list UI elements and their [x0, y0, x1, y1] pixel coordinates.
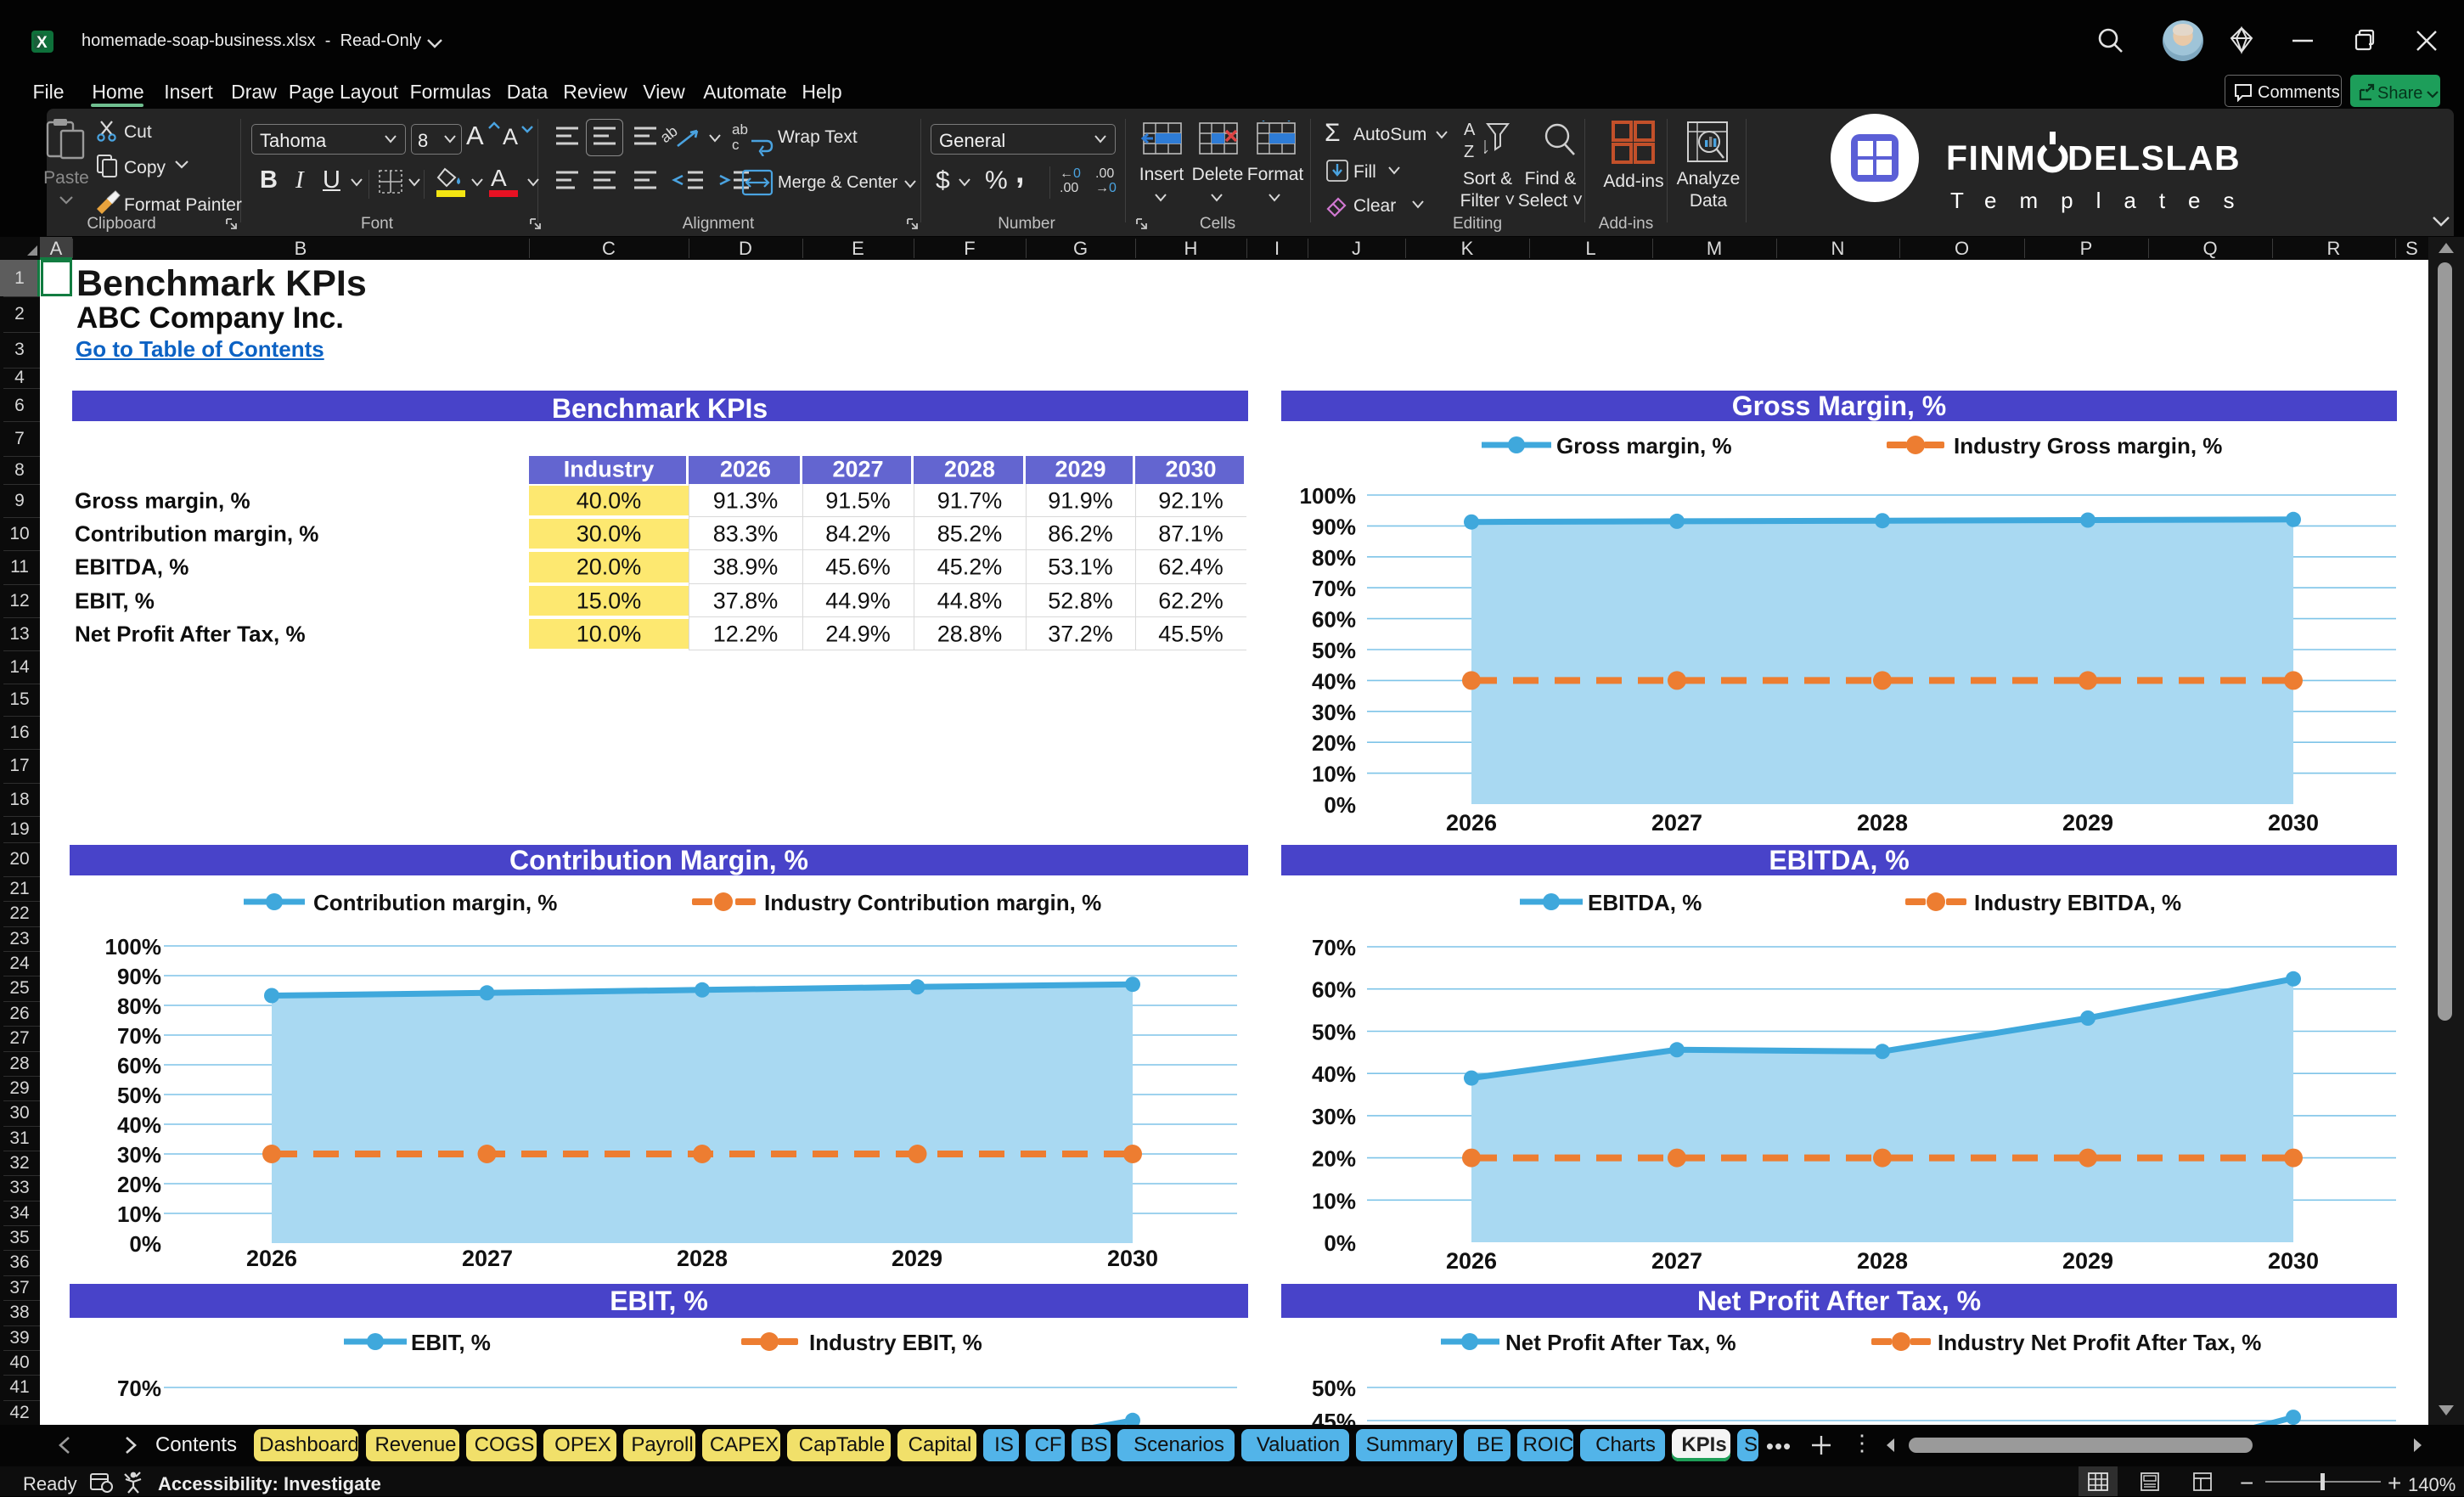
- svg-text:2027: 2027: [462, 1246, 513, 1271]
- svg-text:100%: 100%: [1300, 483, 1357, 509]
- svg-text:2030: 2030: [2268, 810, 2319, 836]
- svg-text:2030: 2030: [2268, 1248, 2319, 1274]
- svg-text:EBIT, %: EBIT, %: [411, 1330, 491, 1355]
- svg-text:45%: 45%: [1312, 1409, 1356, 1425]
- svg-text:60%: 60%: [1312, 977, 1356, 1003]
- svg-text:Contribution Margin, %: Contribution Margin, %: [509, 845, 808, 875]
- svg-text:Contribution margin, %: Contribution margin, %: [313, 890, 557, 915]
- svg-text:2027: 2027: [1651, 1248, 1702, 1274]
- svg-text:20%: 20%: [1312, 730, 1356, 756]
- svg-text:2029: 2029: [892, 1246, 942, 1271]
- svg-text:Industry Gross margin, %: Industry Gross margin, %: [1954, 433, 2222, 459]
- svg-text:90%: 90%: [1312, 514, 1356, 539]
- svg-text:10%: 10%: [1312, 1188, 1356, 1213]
- svg-text:30%: 30%: [1312, 700, 1356, 725]
- svg-text:0%: 0%: [1324, 1230, 1356, 1256]
- svg-text:2027: 2027: [1651, 810, 1702, 836]
- svg-text:20%: 20%: [1312, 1146, 1356, 1172]
- svg-text:2030: 2030: [1107, 1246, 1158, 1271]
- svg-text:70%: 70%: [117, 1023, 161, 1049]
- svg-text:50%: 50%: [1312, 1020, 1356, 1045]
- svg-text:EBITDA, %: EBITDA, %: [1588, 890, 1702, 915]
- svg-text:Industry EBITDA, %: Industry EBITDA, %: [1974, 890, 2181, 915]
- svg-text:50%: 50%: [1312, 638, 1356, 663]
- svg-text:90%: 90%: [117, 964, 161, 989]
- svg-text:Gross Margin, %: Gross Margin, %: [1732, 391, 1947, 421]
- svg-text:50%: 50%: [117, 1083, 161, 1108]
- svg-text:80%: 80%: [117, 993, 161, 1019]
- svg-text:0%: 0%: [1324, 792, 1356, 818]
- svg-text:10%: 10%: [1312, 762, 1356, 787]
- svg-text:2028: 2028: [1857, 1248, 1908, 1274]
- svg-text:0%: 0%: [129, 1231, 161, 1257]
- svg-text:70%: 70%: [1312, 576, 1356, 601]
- svg-text:DELSLAB: DELSLAB: [2067, 138, 2241, 177]
- svg-text:EBIT, %: EBIT, %: [610, 1286, 708, 1316]
- svg-text:40%: 40%: [1312, 1061, 1356, 1087]
- svg-text:40%: 40%: [117, 1112, 161, 1138]
- svg-text:2026: 2026: [246, 1246, 297, 1271]
- svg-text:30%: 30%: [1312, 1104, 1356, 1129]
- svg-text:Net Profit After Tax, %: Net Profit After Tax, %: [1697, 1286, 1981, 1316]
- svg-text:FINM: FINM: [1946, 138, 2036, 177]
- svg-text:60%: 60%: [1312, 607, 1356, 633]
- svg-text:20%: 20%: [117, 1172, 161, 1197]
- svg-text:Gross margin, %: Gross margin, %: [1556, 433, 1732, 459]
- svg-text:Industry Net Profit After Tax,: Industry Net Profit After Tax, %: [1938, 1330, 2261, 1355]
- svg-text:10%: 10%: [117, 1202, 161, 1227]
- svg-text:100%: 100%: [105, 934, 162, 960]
- svg-text:70%: 70%: [117, 1376, 161, 1401]
- svg-text:2029: 2029: [2062, 810, 2113, 836]
- svg-text:80%: 80%: [1312, 545, 1356, 571]
- svg-text:2028: 2028: [1857, 810, 1908, 836]
- svg-text:Industry Contribution margin,: Industry Contribution margin, %: [764, 890, 1101, 915]
- svg-text:Net Profit After Tax, %: Net Profit After Tax, %: [1505, 1330, 1736, 1355]
- svg-text:50%: 50%: [1312, 1376, 1356, 1401]
- svg-text:70%: 70%: [1312, 935, 1356, 960]
- svg-text:2029: 2029: [2062, 1248, 2113, 1274]
- svg-text:Industry EBIT, %: Industry EBIT, %: [809, 1330, 982, 1355]
- svg-text:2026: 2026: [1446, 810, 1497, 836]
- svg-text:30%: 30%: [117, 1142, 161, 1168]
- svg-text:60%: 60%: [117, 1053, 161, 1078]
- svg-text:40%: 40%: [1312, 668, 1356, 694]
- svg-text:EBITDA, %: EBITDA, %: [1769, 845, 1909, 875]
- svg-text:2026: 2026: [1446, 1248, 1497, 1274]
- svg-text:2028: 2028: [677, 1246, 728, 1271]
